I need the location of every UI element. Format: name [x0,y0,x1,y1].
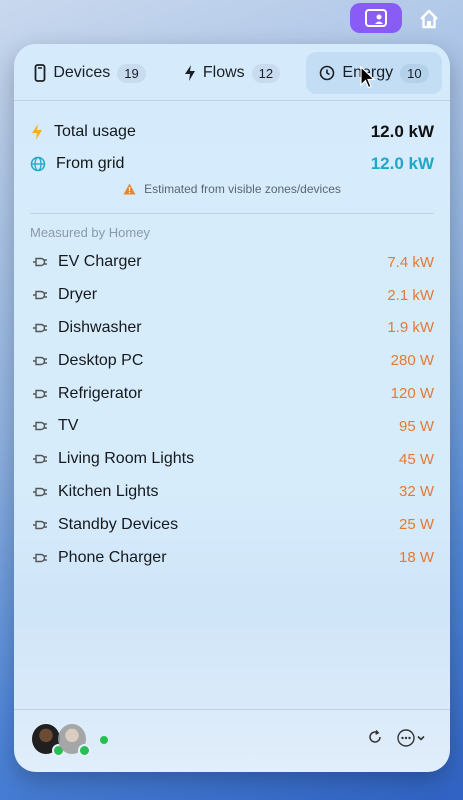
plug-icon [30,453,48,465]
device-power: 120 W [390,385,434,403]
device-row[interactable]: EV Charger 7.4 kW [30,246,434,279]
tab-divider [14,100,450,101]
total-usage-row: Total usage 12.0 kW [30,118,434,146]
tab-flows[interactable]: Flows 12 [164,52,300,94]
plug-icon [30,420,48,432]
device-power: 32 W [398,483,434,501]
from-grid-value: 12.0 kW [370,154,434,173]
device-power: 25 W [398,516,434,534]
tab-devices[interactable]: Devices 19 [22,52,158,94]
device-list: EV Charger 7.4 kW Dryer 2.1 kW Dishwasher 1… [30,246,434,574]
tab-bar: Devices 19 Flows 12 Energy 10 [22,52,442,94]
plug-icon [30,322,48,334]
device-row[interactable]: Dryer 2.1 kW [30,279,434,312]
device-name: Kitchen Lights [58,482,159,500]
globe-icon [30,156,46,172]
plug-icon [30,552,48,564]
tab-label: Flows [202,64,245,81]
device-power: 18 W [398,549,434,567]
device-name: Phone Charger [58,548,167,566]
device-row[interactable]: Refrigerator 120 W [30,377,434,410]
more-menu-button[interactable] [396,728,426,748]
connection-status-dot [100,736,108,744]
section-label: Measured by Homey [30,225,150,240]
tab-label: Devices [53,64,111,81]
app-window-icon [365,9,387,27]
menu-bar [0,0,463,38]
device-power: 2.1 kW [387,286,434,304]
device-power: 7.4 kW [387,253,434,271]
device-power: 45 W [398,450,434,468]
bolt-icon [184,65,195,81]
tab-count-badge: 19 [117,63,146,83]
energy-panel: Devices 19 Flows 12 Energy 10 Total usag… [14,44,450,772]
device-row[interactable]: Living Room Lights 45 W [30,443,434,476]
device-name: Living Room Lights [58,450,195,468]
tab-count-badge: 12 [251,63,281,83]
summary-divider [30,213,434,214]
clock-icon [320,65,335,81]
from-grid-row: From grid 12.0 kW [30,150,434,178]
device-name: EV Charger [58,253,142,271]
estimate-warning: Estimated from visible zones/devices [14,182,450,196]
device-name: Standby Devices [58,515,179,533]
home-icon[interactable] [416,6,442,32]
device-row[interactable]: Standby Devices 25 W [30,508,434,541]
from-grid-label: From grid [56,155,125,172]
tab-count-badge: 10 [400,63,429,83]
footer-bar [14,710,450,772]
plug-icon [30,486,48,498]
device-row[interactable]: Kitchen Lights 32 W [30,476,434,509]
more-icon [397,729,415,747]
device-name: Dishwasher [58,318,142,336]
device-name: Desktop PC [58,351,144,369]
device-row[interactable]: TV 95 W [30,410,434,443]
plug-icon [30,388,48,400]
device-power: 95 W [398,417,434,435]
device-row[interactable]: Phone Charger 18 W [30,541,434,574]
device-name: TV [58,417,79,435]
device-power: 280 W [390,352,434,370]
plug-icon [30,355,48,367]
mouse-cursor-icon [360,66,376,89]
device-row[interactable]: Dishwasher 1.9 kW [30,312,434,345]
refresh-icon [369,729,381,743]
homey-menubar-button[interactable] [350,3,402,33]
plug-icon [30,289,48,301]
plug-icon [30,256,48,268]
total-usage-label: Total usage [54,123,136,140]
total-usage-value: 12.0 kW [370,122,434,141]
phone-icon [34,64,46,82]
refresh-button[interactable] [366,728,384,746]
plug-icon [30,519,48,531]
warning-text: Estimated from visible zones/devices [144,182,341,196]
device-name: Refrigerator [58,384,143,402]
device-row[interactable]: Desktop PC 280 W [30,344,434,377]
device-power: 1.9 kW [387,319,434,337]
bolt-icon [32,124,42,140]
warning-icon [123,183,136,195]
online-indicator [78,744,91,757]
device-name: Dryer [58,286,98,304]
chevron-down-icon [417,735,425,741]
